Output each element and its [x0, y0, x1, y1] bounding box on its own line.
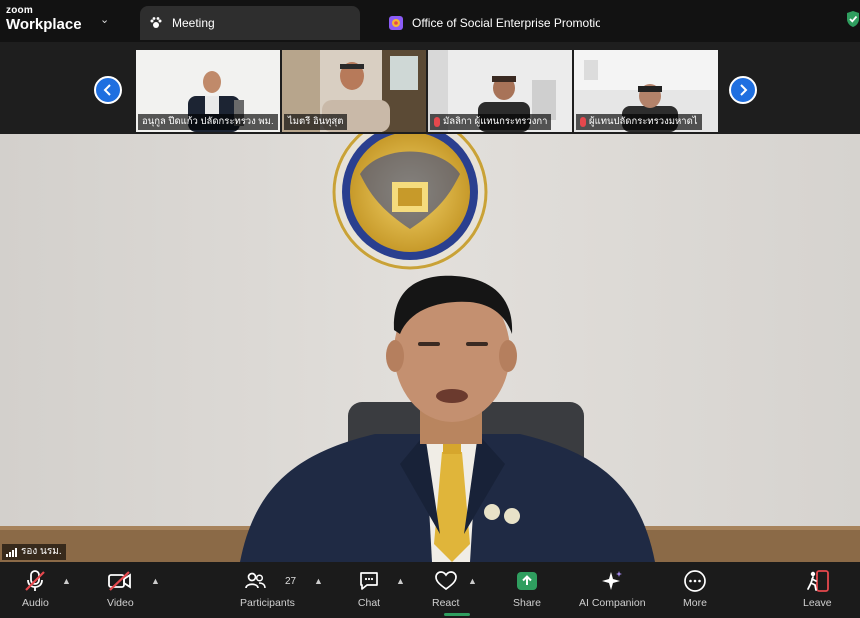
- participants-count: 27: [285, 576, 297, 587]
- gallery-prev-button[interactable]: [94, 76, 122, 104]
- audio-button[interactable]: Audio: [22, 568, 49, 609]
- participant-tile[interactable]: ไมตรี อินทุสุต: [282, 50, 426, 132]
- share-button[interactable]: Share: [513, 568, 541, 609]
- participants-icon: [243, 568, 267, 594]
- title-bar: zoom Workplace ⌄ Meeting Office of Socia…: [0, 0, 860, 42]
- chat-icon: [357, 568, 381, 594]
- leave-button[interactable]: Leave: [803, 568, 832, 609]
- participants-options-caret[interactable]: ▲: [314, 576, 323, 586]
- shield-check-icon[interactable]: [846, 10, 860, 28]
- react-options-caret[interactable]: ▲: [468, 576, 477, 586]
- chevron-down-icon[interactable]: ⌄: [100, 13, 109, 26]
- mic-muted-icon: [580, 117, 586, 127]
- mic-muted-icon: [23, 568, 47, 594]
- more-icon: [683, 568, 707, 594]
- speaker-name-label: รอง นรม.: [2, 544, 66, 560]
- video-off-icon: [107, 568, 133, 594]
- audio-label: Audio: [22, 597, 49, 609]
- app-brand[interactable]: zoom Workplace: [6, 5, 82, 33]
- participant-tile[interactable]: ผู้แทนปลัดกระทรวงมหาดไ: [574, 50, 718, 132]
- signal-bars-icon: [6, 547, 17, 557]
- share-screen-icon: [515, 568, 539, 594]
- brand-zoom: zoom: [6, 5, 33, 16]
- tab-app[interactable]: Office of Social Enterprise Promotion (: [380, 6, 600, 40]
- participant-name: อนุกูล ปีดแก้ว ปลัดกระทรวง พม.: [138, 114, 278, 130]
- chat-button[interactable]: Chat: [357, 568, 381, 609]
- tab-label: Office of Social Enterprise Promotion (: [412, 16, 600, 30]
- participant-name: ไมตรี อินทุสุต: [284, 114, 348, 130]
- leave-icon: [804, 568, 830, 594]
- heart-icon: [434, 568, 458, 594]
- meeting-toolbar: Audio ▲ Video ▲ Participants 27 ▲ Chat ▲…: [0, 562, 860, 618]
- tab-meeting[interactable]: Meeting: [140, 6, 360, 40]
- participant-name: ผู้แทนปลัดกระทรวงมหาดไ: [576, 114, 702, 130]
- participants-label: Participants: [240, 597, 295, 609]
- chat-options-caret[interactable]: ▲: [396, 576, 405, 586]
- brand-workplace: Workplace: [6, 16, 82, 33]
- leave-label: Leave: [803, 597, 832, 609]
- participant-tile[interactable]: มัลลิกา ผู้แทนกระทรวงกา: [428, 50, 572, 132]
- app-icon: [388, 15, 404, 31]
- participant-tile[interactable]: อนุกูล ปีดแก้ว ปลัดกระทรวง พม.: [136, 50, 280, 132]
- active-speaker-video[interactable]: รอง นรม.: [0, 134, 860, 562]
- ai-companion-label: AI Companion: [579, 597, 646, 609]
- mic-muted-icon: [434, 117, 440, 127]
- ai-companion-button[interactable]: AI Companion: [579, 568, 646, 609]
- more-button[interactable]: More: [683, 568, 707, 609]
- gallery-strip: อนุกูล ปีดแก้ว ปลัดกระทรวง พม. ไมตรี อิน…: [0, 42, 860, 134]
- chat-label: Chat: [357, 597, 381, 609]
- more-label: More: [683, 597, 707, 609]
- audio-options-caret[interactable]: ▲: [62, 576, 71, 586]
- video-label: Video: [107, 597, 134, 609]
- chevron-right-icon: [740, 84, 748, 96]
- share-indicator: [444, 613, 470, 616]
- tab-label: Meeting: [172, 16, 215, 30]
- react-label: React: [432, 597, 460, 609]
- video-button[interactable]: Video: [107, 568, 134, 609]
- sparkle-icon: [600, 568, 624, 594]
- video-options-caret[interactable]: ▲: [151, 576, 160, 586]
- participants-button[interactable]: Participants: [240, 568, 295, 609]
- react-button[interactable]: React: [432, 568, 459, 609]
- share-label: Share: [513, 597, 542, 609]
- gallery-next-button[interactable]: [729, 76, 757, 104]
- speaker-video-frame: [0, 134, 860, 562]
- participant-name: มัลลิกา ผู้แทนกระทรวงกา: [430, 114, 552, 130]
- paw-icon: [148, 15, 164, 31]
- chevron-left-icon: [103, 84, 111, 96]
